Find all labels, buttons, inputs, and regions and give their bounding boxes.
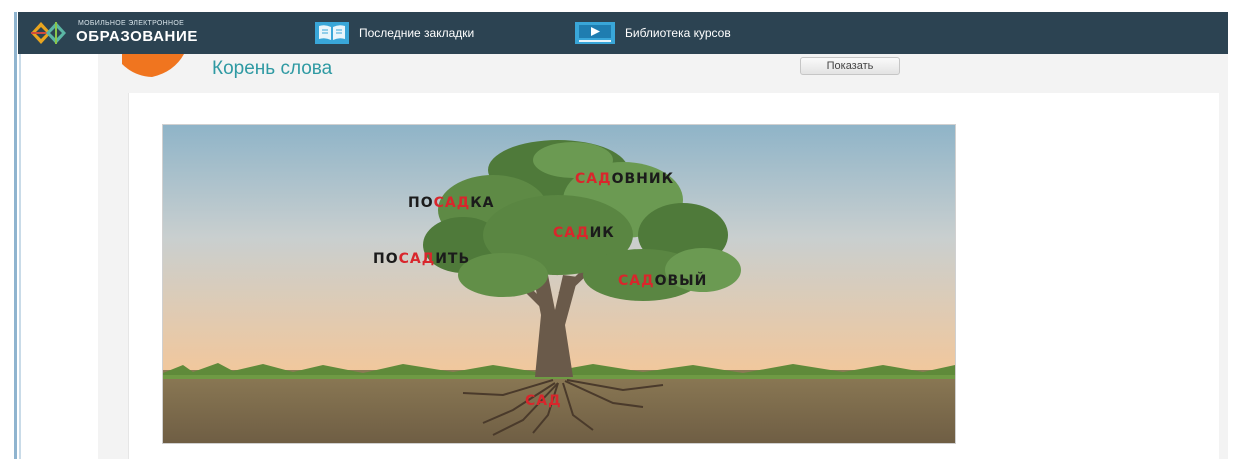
word-posadka: ПОСАДКА [408, 195, 494, 211]
tree-image: ПОСАДКА САДОВНИК САДИК ПОСАДИТЬ САДОВЫЙ … [163, 125, 955, 443]
video-library-icon [575, 22, 615, 44]
word-posadit: ПОСАДИТЬ [373, 251, 470, 267]
logo-title[interactable]: ОБРАЗОВАНИЕ [76, 28, 198, 45]
left-border-inner [19, 54, 21, 459]
word-sadovnik: САДОВНИК [575, 171, 674, 187]
left-border [14, 12, 17, 459]
nav-recent-bookmarks-label: Последние закладки [359, 26, 475, 40]
nav-course-library[interactable]: Библиотека курсов [575, 22, 731, 44]
nav-course-library-label: Библиотека курсов [625, 26, 731, 40]
page-title: Корень слова [212, 58, 333, 79]
word-sad-root: САД [525, 393, 562, 409]
left-panel [23, 54, 98, 459]
word-root-illustration: ПОСАДКА САДОВНИК САДИК ПОСАДИТЬ САДОВЫЙ … [162, 124, 956, 444]
logo-icon [31, 22, 66, 44]
lesson-icon [122, 54, 184, 77]
nav-recent-bookmarks[interactable]: Последние закладки [315, 22, 474, 44]
word-sadik: САДИК [553, 225, 615, 241]
top-navigation-bar: МОБИЛЬНОЕ ЭЛЕКТРОННОЕ ОБРАЗОВАНИЕ Послед… [18, 12, 1228, 54]
word-sadovyy: САДОВЫЙ [618, 272, 707, 289]
logo-subtitle: МОБИЛЬНОЕ ЭЛЕКТРОННОЕ [78, 20, 185, 27]
bookmarks-book-icon [315, 22, 349, 44]
show-button[interactable]: Показать [800, 57, 900, 75]
